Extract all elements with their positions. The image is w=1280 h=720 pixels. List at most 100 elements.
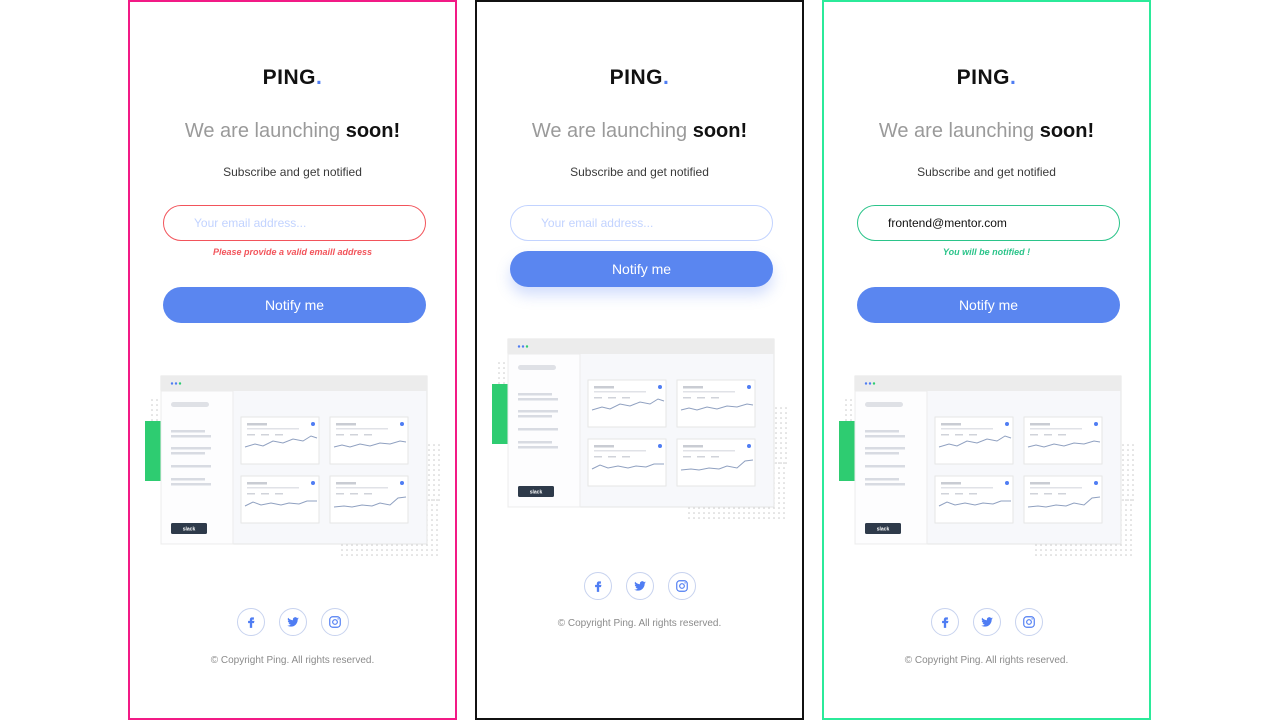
headline-light: We are launching	[531, 120, 693, 142]
card-title-line	[941, 482, 961, 485]
sidebar-line	[171, 435, 211, 438]
card-sub-line	[336, 428, 388, 430]
dashboard-card	[329, 416, 409, 465]
sidebar-line	[518, 415, 552, 418]
card-dot	[400, 422, 404, 426]
notify-button[interactable]: Notify me	[857, 287, 1120, 323]
twitter-link[interactable]	[972, 608, 1001, 636]
sidebar-pill	[518, 365, 556, 370]
sidebar-line	[518, 446, 558, 449]
twitter-link[interactable]	[625, 572, 654, 600]
sidebar-badge-label: slack	[877, 527, 890, 533]
card-sub-line	[247, 428, 299, 430]
email-input[interactable]	[857, 205, 1120, 241]
card-dot	[1094, 422, 1098, 426]
card-tick	[350, 493, 358, 495]
logo-dot: .	[663, 66, 670, 89]
sidebar-line	[171, 430, 205, 433]
headline-bold: soon!	[345, 120, 401, 142]
window-dot	[517, 345, 521, 348]
card-dot	[747, 385, 751, 389]
card-sub-line	[594, 450, 646, 452]
window-dot	[521, 345, 525, 348]
email-input[interactable]	[510, 205, 773, 241]
card-tick	[364, 434, 372, 436]
dashboard-card	[240, 416, 320, 465]
card-tick	[247, 493, 255, 495]
card-title-line	[336, 423, 356, 426]
instagram-icon	[675, 579, 689, 593]
instagram-link[interactable]	[320, 608, 349, 636]
card-tick	[622, 397, 630, 399]
green-accent-block	[492, 384, 510, 444]
sidebar-badge-label: slack	[530, 490, 543, 496]
panel-success-state: PING. We are launching soon! Subscribe a…	[822, 0, 1151, 720]
window-dot	[178, 382, 182, 385]
success-message: You will be notified !	[942, 247, 1031, 257]
window-dot	[864, 382, 868, 385]
sidebar-line	[865, 435, 905, 438]
card-title-line	[247, 423, 267, 426]
sidebar-line	[865, 478, 899, 481]
card-tick	[711, 456, 719, 458]
sidebar-line	[518, 393, 552, 396]
sidebar-line	[518, 428, 558, 431]
headline: We are launching soon!	[130, 120, 455, 143]
green-accent-block	[145, 421, 163, 481]
card-tick	[336, 434, 344, 436]
dashboard-card	[676, 379, 756, 428]
instagram-icon	[328, 615, 342, 629]
card-tick	[1030, 434, 1038, 436]
error-message: Please provide a valid emaill address	[212, 247, 373, 257]
card-title-line	[683, 386, 703, 389]
dashboard-card	[676, 438, 756, 487]
card-dot	[311, 422, 315, 426]
logo: PING.	[130, 66, 455, 90]
card-tick	[711, 397, 719, 399]
dashboard-card	[587, 438, 667, 487]
notify-button[interactable]: Notify me	[163, 287, 426, 323]
card-dot	[400, 481, 404, 485]
card-dot	[658, 385, 662, 389]
window-dot	[872, 382, 876, 385]
headline-light: We are launching	[878, 120, 1040, 142]
window-dot	[525, 345, 529, 348]
sidebar-line	[171, 465, 211, 468]
card-title-line	[1030, 482, 1050, 485]
twitter-icon	[633, 579, 647, 593]
window-titlebar	[508, 339, 774, 354]
panel-error-state: PING. We are launching soon! Subscribe a…	[128, 0, 457, 720]
card-tick	[594, 456, 602, 458]
notify-button[interactable]: Notify me	[510, 251, 773, 287]
panel-default-state: PING. We are launching soon! Subscribe a…	[475, 0, 804, 720]
card-title-line	[941, 423, 961, 426]
card-sub-line	[336, 487, 388, 489]
card-tick	[697, 456, 705, 458]
card-title-line	[594, 386, 614, 389]
facebook-link[interactable]	[930, 608, 959, 636]
copyright: © Copyright Ping. All rights reserved.	[210, 655, 375, 666]
dashboard-illustration: slack	[145, 375, 440, 556]
headline: We are launching soon!	[824, 120, 1149, 143]
instagram-link[interactable]	[667, 572, 696, 600]
card-tick	[594, 397, 602, 399]
card-dot	[1005, 481, 1009, 485]
sidebar-pill	[865, 402, 903, 407]
window-dot	[170, 382, 174, 385]
card-sub-line	[594, 391, 646, 393]
card-tick	[955, 434, 963, 436]
card-sub-line	[1030, 428, 1082, 430]
card-sub-line	[683, 391, 735, 393]
instagram-link[interactable]	[1014, 608, 1043, 636]
subtitle: Subscribe and get notified	[917, 165, 1056, 179]
card-title-line	[247, 482, 267, 485]
email-input[interactable]	[163, 205, 426, 241]
sidebar-line	[518, 441, 552, 444]
facebook-link[interactable]	[236, 608, 265, 636]
dashboard-card	[934, 416, 1014, 465]
sidebar-line	[865, 447, 905, 450]
twitter-link[interactable]	[278, 608, 307, 636]
facebook-link[interactable]	[583, 572, 612, 600]
subtitle: Subscribe and get notified	[223, 165, 362, 179]
card-tick	[941, 434, 949, 436]
